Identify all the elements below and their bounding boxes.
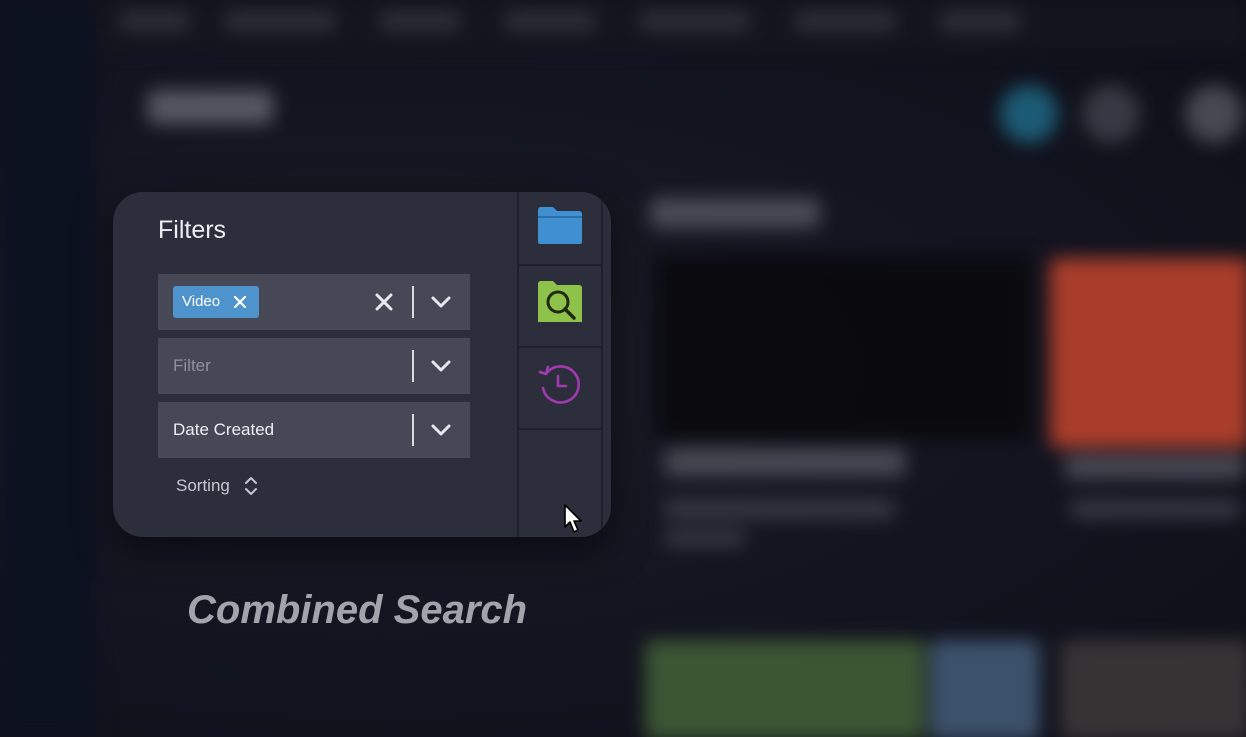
date-created-value: Date Created [173,420,275,439]
chevron-down-icon[interactable] [430,291,452,313]
field-divider [412,414,414,446]
background-text [1065,455,1245,479]
background-nav-item [505,10,595,32]
field-divider [412,350,414,382]
background-avatar [1000,85,1058,143]
background-nav-item [225,10,335,32]
mouse-cursor-icon [564,504,582,533]
background-page-title [148,90,273,124]
tag-remove-icon[interactable] [233,295,247,309]
folder-icon [538,207,582,244]
saved-search-button[interactable] [519,266,601,348]
background-sidebar [0,0,95,737]
history-icon [538,365,580,404]
folder-button[interactable] [519,192,601,266]
background-text [665,530,745,546]
chevron-down-icon[interactable] [430,355,452,377]
background-avatar [1185,85,1243,143]
filter-placeholder: Filter [173,356,211,375]
filters-title: Filters [158,216,227,244]
background-section-heading [650,198,820,228]
stage: Filters Video Filter Date Created Sortin… [0,0,1246,737]
background-thumbnail [930,640,1040,737]
background-nav-item [120,10,190,32]
feature-caption: Combined Search [187,588,528,632]
background-text [665,500,895,518]
sorting-label[interactable]: Sorting [176,476,230,496]
video-tag[interactable]: Video [173,286,259,318]
chevron-down-icon[interactable] [430,419,452,441]
history-button[interactable] [519,348,601,430]
background-text [665,448,905,476]
background-nav-item [640,10,750,32]
background-avatar [1082,85,1140,143]
background-text [1070,500,1240,518]
tag-label: Video [182,293,221,310]
background-nav-bar [95,0,1246,50]
background-thumbnail [655,255,1030,440]
close-icon[interactable] [373,291,395,313]
background-thumbnail [1050,258,1246,448]
field-divider [412,286,414,318]
side-toolbar [517,192,603,537]
background-nav-item [940,10,1020,32]
background-nav-item [380,10,460,32]
filter-field[interactable]: Filter [158,338,470,394]
type-filter-field[interactable]: Video [158,274,470,330]
sort-arrows-icon[interactable] [244,475,258,497]
background-nav-item [795,10,895,32]
background-thumbnail [645,640,925,737]
date-created-field[interactable]: Date Created [158,402,470,458]
background-thumbnail [1060,640,1246,737]
search-box-icon [538,281,582,322]
filters-panel: Filters Video Filter Date Created Sortin… [113,192,611,537]
